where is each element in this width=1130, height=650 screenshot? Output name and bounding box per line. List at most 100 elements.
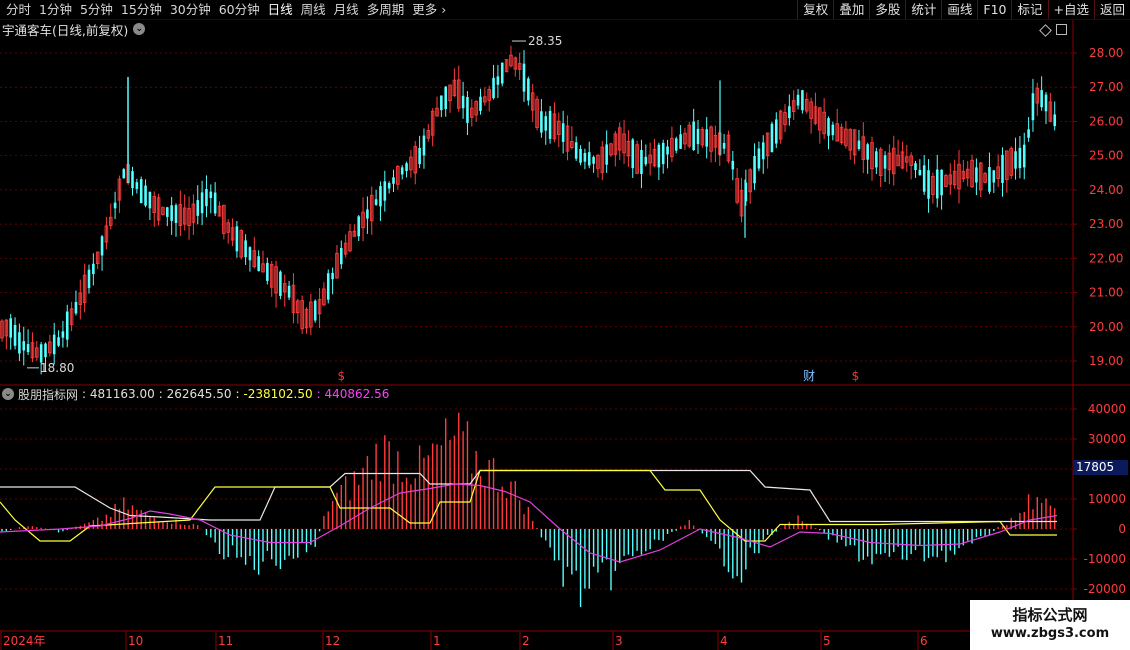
candle-body <box>209 191 213 199</box>
date-axis-label: 11 <box>218 634 233 648</box>
period-tab-3[interactable]: 15分钟 <box>117 0 166 19</box>
toolbar-button-4[interactable]: 画线 <box>941 0 977 19</box>
candle-body <box>696 128 700 145</box>
candle-body <box>1031 93 1035 121</box>
candle-body <box>1044 94 1048 112</box>
candle-body <box>213 192 217 214</box>
period-tab-9[interactable]: 多周期 <box>363 0 409 19</box>
period-tab-2[interactable]: 5分钟 <box>76 0 117 19</box>
candle-body <box>788 106 791 119</box>
candle-body <box>914 163 917 171</box>
candle-body <box>935 169 939 199</box>
date-axis-label: 3 <box>615 634 623 648</box>
candle-body <box>166 207 169 217</box>
toolbar-button-1[interactable]: 叠加 <box>833 0 869 19</box>
candle-body <box>374 199 378 205</box>
low-price-label: 18.80 <box>40 361 74 375</box>
candle-body <box>313 300 317 321</box>
candle-body <box>866 144 869 160</box>
period-tab-5[interactable]: 60分钟 <box>215 0 264 19</box>
price-axis-label: 20.00 <box>1089 320 1123 334</box>
event-marker-2[interactable]: $ <box>852 369 860 383</box>
price-axis-label: 19.00 <box>1089 354 1123 368</box>
toolbar-button-8[interactable]: 返回 <box>1093 0 1130 19</box>
toolbar-button-2[interactable]: 多股 <box>869 0 905 19</box>
candle-body <box>357 216 360 237</box>
candle-body <box>61 331 65 338</box>
toolbar-actions: 复权 叠加 多股 统计 画线 F10 标记 +自选 返回 <box>797 0 1130 19</box>
price-axis-label: 22.00 <box>1089 251 1123 265</box>
period-tab-4[interactable]: 30分钟 <box>166 0 215 19</box>
candle-body <box>122 169 126 179</box>
candle-body <box>527 78 530 101</box>
candle-body <box>387 183 391 189</box>
candle-body <box>65 311 69 340</box>
candle-body <box>18 332 21 354</box>
candle-body <box>666 146 669 155</box>
date-axis-label: 10 <box>128 634 143 648</box>
period-tab-1[interactable]: 1分钟 <box>35 0 76 19</box>
toolbar-button-0[interactable]: 复权 <box>797 0 833 19</box>
period-tab-0[interactable]: 分时 <box>2 0 35 19</box>
toolbar-button-5[interactable]: F10 <box>977 0 1011 19</box>
candle-body <box>831 124 835 136</box>
candle-body <box>1027 129 1030 138</box>
candle-body <box>827 118 830 136</box>
square-icon[interactable] <box>1056 24 1067 35</box>
candle-body <box>722 142 726 149</box>
candle-body <box>9 318 12 338</box>
period-tab-7[interactable]: 周线 <box>297 0 330 19</box>
price-axis-label: 24.00 <box>1089 183 1123 197</box>
diamond-icon[interactable] <box>1039 24 1052 37</box>
candle-body <box>22 341 26 351</box>
candle-body <box>366 209 369 219</box>
date-axis-label: 4 <box>720 634 728 648</box>
candle-body <box>257 256 260 272</box>
candle-body <box>692 121 695 150</box>
candle-body <box>74 301 78 314</box>
candle-body <box>400 167 404 175</box>
candle-body <box>100 236 104 256</box>
candle-body <box>631 139 635 169</box>
chevron-down-icon[interactable]: ⌄ <box>133 23 146 35</box>
period-tab-8[interactable]: 月线 <box>330 0 363 19</box>
candle-body <box>135 182 139 189</box>
event-marker-0[interactable]: $ <box>337 369 345 383</box>
candle-body <box>383 181 387 201</box>
candle-body <box>500 62 504 84</box>
candle-body <box>405 163 408 172</box>
indicator-axis-label: 40000 <box>1088 402 1126 416</box>
period-tab-6[interactable]: 日线 <box>264 0 297 19</box>
toolbar-button-3[interactable]: 统计 <box>905 0 941 19</box>
chevron-down-icon[interactable]: ⌄ <box>2 388 14 400</box>
candle-body <box>674 138 678 151</box>
date-axis-label: 1 <box>433 634 441 648</box>
candle-body <box>196 200 200 216</box>
candle-body <box>705 129 708 147</box>
date-axis-label: 2 <box>522 634 530 648</box>
watermark-logo: 指标公式网 www.zbgs3.com <box>970 600 1130 650</box>
candle-body <box>770 123 774 153</box>
candle-body <box>92 263 95 275</box>
indicator-header: ⌄ 股朋指标网 : 481163.00 : 262645.50 : -23810… <box>2 386 389 402</box>
period-tab-10[interactable]: 更多 <box>408 0 441 19</box>
stock-chart[interactable]: 28.00 27.00 26.00 25.00 24.00 23.00 22.00 21.00… <box>0 20 1130 650</box>
price-axis-label: 25.00 <box>1089 149 1123 163</box>
candle-body <box>753 156 756 184</box>
candle-body <box>544 116 548 131</box>
candle-body <box>170 205 173 221</box>
more-chevron-icon[interactable]: › <box>441 0 450 19</box>
candle-body <box>731 160 735 170</box>
date-axis-label: 5 <box>823 634 831 648</box>
candle-body <box>875 151 878 168</box>
candle-body <box>579 148 582 163</box>
price-axis-label: 26.00 <box>1089 114 1123 128</box>
toolbar-button-7[interactable]: +自选 <box>1047 0 1094 19</box>
toolbar-button-6[interactable]: 标记 <box>1011 0 1047 19</box>
candle-body <box>661 142 665 165</box>
event-marker-1[interactable]: 财 <box>803 369 815 383</box>
indicator-value-4: : 440862.56 <box>316 387 390 401</box>
candle-body <box>244 240 247 258</box>
candle-body <box>87 269 91 289</box>
price-axis-label: 21.00 <box>1089 286 1123 300</box>
